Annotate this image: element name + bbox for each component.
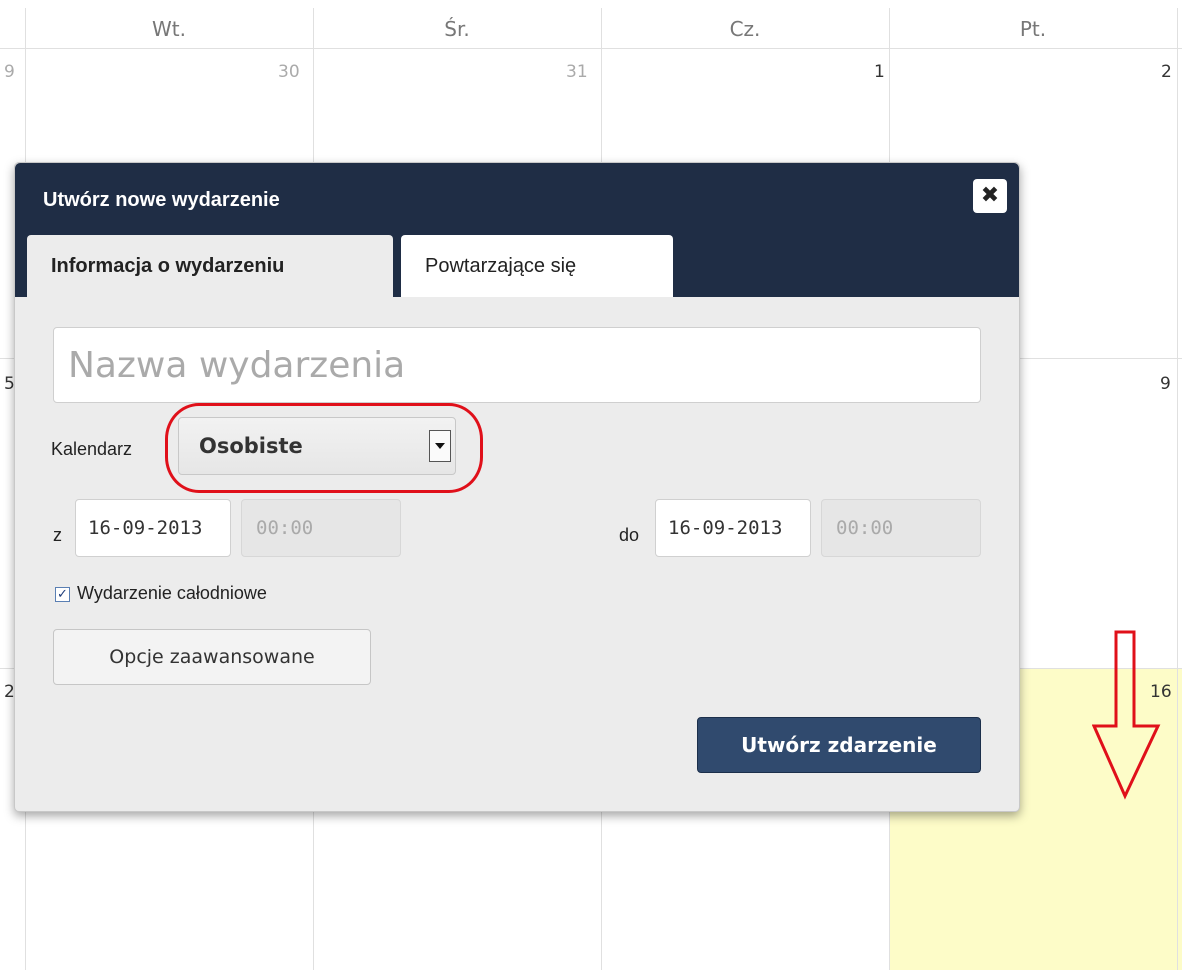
weekday-header-thu: Cz. bbox=[729, 17, 761, 41]
start-date-input[interactable]: 16-09-2013 bbox=[75, 499, 231, 557]
close-button[interactable]: ✖ bbox=[973, 179, 1007, 213]
day-number: 30 bbox=[278, 62, 300, 82]
day-number: 2 bbox=[1161, 62, 1172, 82]
annotation-highlight-ring bbox=[165, 403, 483, 493]
grid-line bbox=[1177, 8, 1178, 970]
start-time-input[interactable]: 00:00 bbox=[241, 499, 401, 557]
to-label: do bbox=[619, 525, 640, 545]
create-event-dialog: Utwórz nowe wydarzenie ✖ Informacja o wy… bbox=[14, 162, 1020, 812]
weekday-header-wed: Śr. bbox=[444, 17, 470, 41]
tab-label: Powtarzające się bbox=[425, 255, 577, 277]
from-label: z bbox=[53, 525, 62, 545]
end-date-input[interactable]: 16-09-2013 bbox=[655, 499, 811, 557]
calendar-top-strip bbox=[0, 0, 1182, 8]
calendar-label: Kalendarz bbox=[51, 439, 133, 459]
weekday-header-fri: Pt. bbox=[1019, 17, 1047, 41]
dialog-header: Utwórz nowe wydarzenie ✖ Informacja o wy… bbox=[15, 163, 1019, 297]
tab-label: Informacja o wydarzeniu bbox=[51, 255, 285, 277]
end-time-input[interactable]: 00:00 bbox=[821, 499, 981, 557]
tab-recurring[interactable]: Powtarzające się bbox=[401, 235, 673, 297]
annotation-arrow-down-icon bbox=[1092, 630, 1161, 800]
close-icon: ✖ bbox=[980, 183, 1000, 208]
day-number: 9 bbox=[1160, 374, 1171, 394]
advanced-options-button[interactable]: Opcje zaawansowane bbox=[53, 629, 371, 685]
day-number: 9 bbox=[4, 62, 15, 82]
dialog-title: Utwórz nowe wydarzenie bbox=[43, 189, 280, 211]
all-day-label: Wydarzenie całodniowe bbox=[77, 583, 267, 603]
day-number: 1 bbox=[874, 62, 885, 82]
weekday-header-tue: Wt. bbox=[152, 17, 186, 41]
create-event-button[interactable]: Utwórz zdarzenie bbox=[697, 717, 981, 773]
event-name-input[interactable] bbox=[53, 327, 981, 403]
day-number: 31 bbox=[566, 62, 588, 82]
tab-event-info[interactable]: Informacja o wydarzeniu bbox=[27, 235, 393, 297]
all-day-checkbox[interactable]: ✓ bbox=[55, 587, 70, 602]
grid-line bbox=[0, 48, 1182, 49]
